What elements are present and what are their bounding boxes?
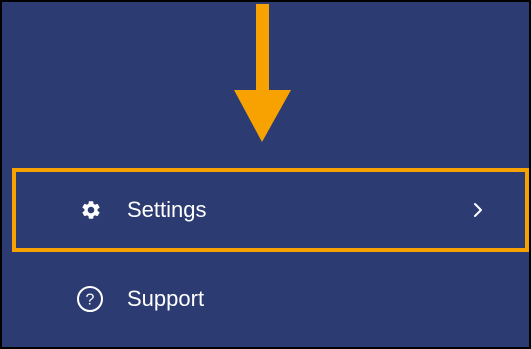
question-circle-icon: ? bbox=[76, 285, 104, 313]
gear-icon bbox=[80, 199, 102, 221]
chevron-right-icon bbox=[474, 203, 482, 217]
sidebar-item-support[interactable]: ? Support bbox=[2, 272, 529, 324]
svg-text:?: ? bbox=[86, 292, 95, 309]
sidebar-menu: Settings ? Support bbox=[0, 0, 531, 349]
annotation-arrow-icon bbox=[234, 4, 291, 142]
sidebar-item-label: Support bbox=[127, 286, 205, 311]
sidebar-item-settings[interactable]: Settings bbox=[2, 168, 529, 252]
sidebar-item-label: Settings bbox=[127, 197, 207, 222]
